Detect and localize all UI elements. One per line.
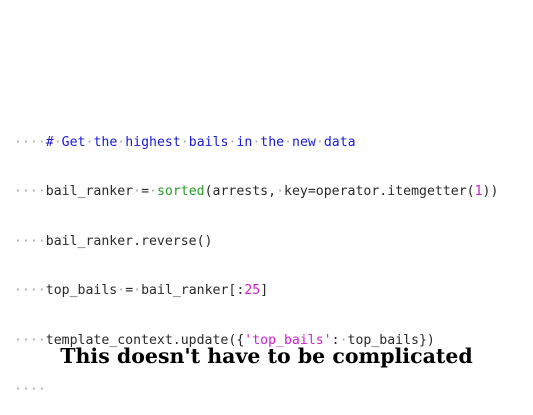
code-token: )): [482, 184, 499, 199]
code-token: top_bails: [45, 283, 118, 298]
code-token: ·: [133, 184, 142, 199]
code-token: highest: [125, 134, 181, 150]
code-token: =: [125, 283, 134, 298]
code-token: bail_ranker[:: [141, 283, 245, 298]
code-token: bail_ranker: [45, 184, 134, 199]
code-token: bail_ranker.reverse(): [45, 233, 213, 249]
code-token: ·: [315, 134, 324, 150]
code-token: the: [260, 134, 285, 150]
code-token: ·: [180, 134, 189, 150]
code-token: ····: [14, 134, 46, 150]
code-token: ]: [260, 283, 269, 298]
code-token: bails: [188, 134, 229, 150]
code-token: (arrests,: [204, 184, 277, 199]
code-token: 1: [474, 184, 483, 199]
code-token: ····: [14, 184, 46, 199]
code-line: ····top_bails·=·bail_ranker[:25]: [14, 283, 498, 300]
caption: This doesn't have to be complicated: [60, 344, 473, 368]
code-token: ·: [149, 184, 157, 199]
code-token: the: [93, 134, 118, 150]
code-token: sorted: [156, 184, 205, 199]
code-token: data: [323, 134, 356, 150]
code-token: key=operator.itemgetter(: [284, 184, 475, 199]
code-token: ····: [14, 283, 46, 298]
code-snippet: ····#·Get·the·highest·bails·in·the·new·d…: [14, 118, 498, 415]
code-token: ·: [276, 184, 285, 199]
code-token: =: [141, 184, 150, 199]
code-token: ····: [14, 233, 46, 249]
code-token: ·: [284, 134, 293, 150]
code-line: ····: [14, 382, 498, 399]
code-token: in: [236, 134, 253, 150]
code-token: ·: [53, 134, 62, 150]
code-line: ····bail_ranker·=·sorted(arrests,·key=op…: [14, 184, 498, 201]
code-token: ····: [14, 382, 46, 397]
code-line: ····#·Get·the·highest·bails·in·the·new·d…: [14, 135, 498, 152]
code-token: ·: [133, 283, 142, 298]
code-line: ····bail_ranker.reverse(): [14, 234, 498, 251]
code-token: 25: [244, 283, 261, 298]
code-token: new: [292, 134, 316, 150]
code-token: Get: [61, 134, 86, 150]
code-token: ·: [117, 283, 126, 298]
code-token: #: [45, 134, 54, 150]
